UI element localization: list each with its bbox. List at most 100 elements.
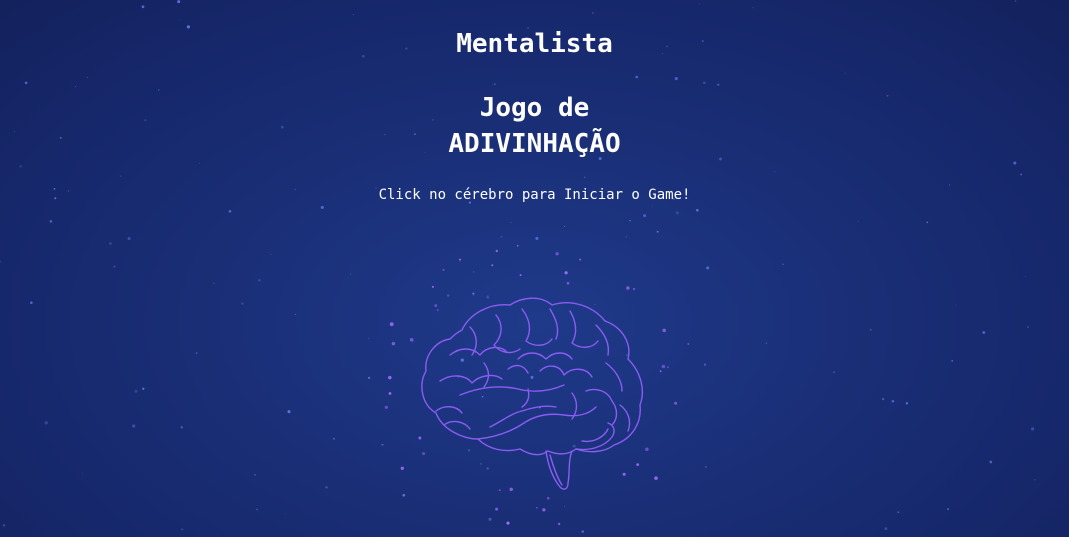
particle xyxy=(381,443,384,446)
star xyxy=(591,12,594,14)
star xyxy=(256,508,258,511)
star xyxy=(241,302,244,305)
particle xyxy=(388,392,392,395)
star xyxy=(0,260,2,263)
star xyxy=(699,3,701,5)
star xyxy=(695,208,699,212)
star xyxy=(113,265,116,268)
star xyxy=(109,242,112,245)
star xyxy=(488,517,492,521)
particle xyxy=(703,363,707,366)
particle xyxy=(674,401,678,405)
start-instruction: Click no cérebro para Iniciar o Game! xyxy=(378,187,691,203)
star xyxy=(195,352,198,354)
star xyxy=(198,162,200,164)
star xyxy=(643,214,646,218)
star xyxy=(179,19,181,21)
star xyxy=(884,527,888,531)
particle xyxy=(506,521,510,525)
star xyxy=(674,77,678,81)
star xyxy=(294,313,296,315)
particle xyxy=(388,375,392,380)
star xyxy=(493,83,496,86)
game-title-line-2: ADIVINHAÇÃO xyxy=(448,129,621,159)
star xyxy=(625,236,627,238)
star xyxy=(127,236,131,241)
star xyxy=(656,230,659,233)
star xyxy=(74,86,76,88)
star xyxy=(181,528,184,531)
star xyxy=(350,273,351,275)
star xyxy=(782,263,784,265)
star xyxy=(584,176,586,178)
star xyxy=(765,342,768,344)
particle xyxy=(391,341,396,346)
star xyxy=(951,360,954,362)
star xyxy=(24,81,28,85)
star xyxy=(44,421,48,425)
brain-start-button[interactable] xyxy=(400,255,670,515)
particle xyxy=(495,249,499,253)
star xyxy=(629,219,631,222)
star xyxy=(1025,275,1027,277)
star xyxy=(926,221,929,224)
star xyxy=(270,254,272,256)
star xyxy=(1020,173,1023,176)
star xyxy=(19,165,22,168)
star xyxy=(857,220,859,222)
star xyxy=(287,410,291,414)
star xyxy=(891,399,895,403)
game-title: Jogo de ADIVINHAÇÃO xyxy=(0,90,1069,162)
star xyxy=(254,473,257,476)
star xyxy=(564,225,566,227)
star xyxy=(177,0,181,4)
star xyxy=(869,328,872,331)
star xyxy=(284,513,286,515)
star xyxy=(833,371,835,373)
particle xyxy=(516,244,519,247)
star xyxy=(905,402,909,405)
particle xyxy=(687,343,690,345)
brain-icon xyxy=(421,297,644,490)
star xyxy=(141,5,145,9)
star xyxy=(982,331,986,334)
star xyxy=(581,530,584,533)
star xyxy=(1027,326,1029,328)
star xyxy=(752,7,754,9)
star xyxy=(132,424,136,428)
star xyxy=(703,81,706,85)
star xyxy=(897,511,900,514)
star xyxy=(510,222,512,224)
star xyxy=(180,426,183,429)
star xyxy=(535,236,539,240)
star xyxy=(844,72,846,75)
star xyxy=(119,175,122,177)
star xyxy=(500,235,503,238)
star xyxy=(320,205,324,209)
app-title: Mentalista xyxy=(456,29,613,59)
particle xyxy=(557,522,561,526)
star xyxy=(81,472,84,474)
star xyxy=(635,75,638,79)
star xyxy=(325,486,328,489)
star xyxy=(882,398,885,401)
star xyxy=(352,14,354,16)
star xyxy=(49,220,53,223)
star xyxy=(30,301,33,305)
star xyxy=(955,304,957,306)
star xyxy=(333,437,335,440)
particle xyxy=(384,405,388,409)
particle xyxy=(389,322,394,327)
star xyxy=(258,279,261,282)
star xyxy=(368,338,370,340)
star xyxy=(1034,479,1036,481)
star xyxy=(717,83,720,86)
star xyxy=(228,210,232,213)
star xyxy=(367,376,371,380)
star xyxy=(86,76,88,78)
star xyxy=(142,387,145,390)
star xyxy=(774,171,776,173)
star xyxy=(1014,0,1017,2)
star xyxy=(706,266,710,270)
star xyxy=(651,205,653,207)
